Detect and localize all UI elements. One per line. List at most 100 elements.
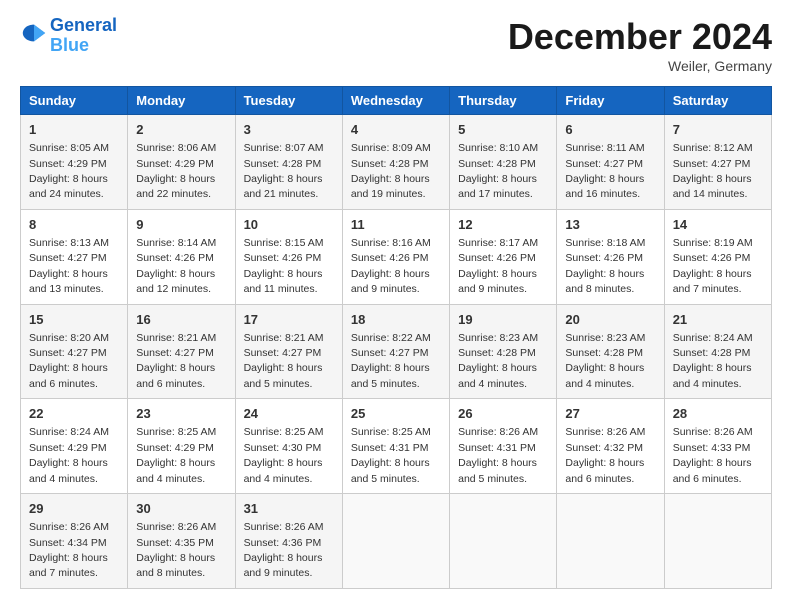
day-info: Sunrise: 8:12 AM Sunset: 4:27 PM Dayligh… xyxy=(673,142,753,200)
calendar-day-cell: 31 Sunrise: 8:26 AM Sunset: 4:36 PM Dayl… xyxy=(235,494,342,589)
day-info: Sunrise: 8:20 AM Sunset: 4:27 PM Dayligh… xyxy=(29,332,109,390)
calendar-day-cell: 6 Sunrise: 8:11 AM Sunset: 4:27 PM Dayli… xyxy=(557,115,664,210)
weekday-header-cell: Sunday xyxy=(21,87,128,115)
day-number: 9 xyxy=(136,216,226,234)
day-number: 3 xyxy=(244,121,334,139)
day-number: 30 xyxy=(136,500,226,518)
page-header: General Blue December 2024 Weiler, Germa… xyxy=(20,16,772,74)
day-info: Sunrise: 8:21 AM Sunset: 4:27 PM Dayligh… xyxy=(244,332,324,390)
calendar-day-cell: 19 Sunrise: 8:23 AM Sunset: 4:28 PM Dayl… xyxy=(450,304,557,399)
weekday-header-cell: Thursday xyxy=(450,87,557,115)
day-number: 19 xyxy=(458,311,548,329)
weekday-header-cell: Tuesday xyxy=(235,87,342,115)
day-info: Sunrise: 8:15 AM Sunset: 4:26 PM Dayligh… xyxy=(244,237,324,295)
day-number: 20 xyxy=(565,311,655,329)
calendar-body: 1 Sunrise: 8:05 AM Sunset: 4:29 PM Dayli… xyxy=(21,115,772,589)
calendar-day-cell: 26 Sunrise: 8:26 AM Sunset: 4:31 PM Dayl… xyxy=(450,399,557,494)
day-info: Sunrise: 8:26 AM Sunset: 4:33 PM Dayligh… xyxy=(673,426,753,484)
calendar-day-cell: 23 Sunrise: 8:25 AM Sunset: 4:29 PM Dayl… xyxy=(128,399,235,494)
day-number: 17 xyxy=(244,311,334,329)
day-info: Sunrise: 8:24 AM Sunset: 4:29 PM Dayligh… xyxy=(29,426,109,484)
day-info: Sunrise: 8:26 AM Sunset: 4:32 PM Dayligh… xyxy=(565,426,645,484)
day-info: Sunrise: 8:24 AM Sunset: 4:28 PM Dayligh… xyxy=(673,332,753,390)
calendar-day-cell: 24 Sunrise: 8:25 AM Sunset: 4:30 PM Dayl… xyxy=(235,399,342,494)
day-number: 24 xyxy=(244,405,334,423)
calendar-week-row: 22 Sunrise: 8:24 AM Sunset: 4:29 PM Dayl… xyxy=(21,399,772,494)
day-number: 29 xyxy=(29,500,119,518)
weekday-header-cell: Friday xyxy=(557,87,664,115)
calendar-day-cell: 10 Sunrise: 8:15 AM Sunset: 4:26 PM Dayl… xyxy=(235,209,342,304)
calendar-day-cell: 30 Sunrise: 8:26 AM Sunset: 4:35 PM Dayl… xyxy=(128,494,235,589)
calendar-day-cell: 3 Sunrise: 8:07 AM Sunset: 4:28 PM Dayli… xyxy=(235,115,342,210)
weekday-header-cell: Wednesday xyxy=(342,87,449,115)
calendar-week-row: 29 Sunrise: 8:26 AM Sunset: 4:34 PM Dayl… xyxy=(21,494,772,589)
day-number: 11 xyxy=(351,216,441,234)
calendar-day-cell: 17 Sunrise: 8:21 AM Sunset: 4:27 PM Dayl… xyxy=(235,304,342,399)
weekday-header-row: SundayMondayTuesdayWednesdayThursdayFrid… xyxy=(21,87,772,115)
calendar-day-cell: 4 Sunrise: 8:09 AM Sunset: 4:28 PM Dayli… xyxy=(342,115,449,210)
calendar-day-cell: 21 Sunrise: 8:24 AM Sunset: 4:28 PM Dayl… xyxy=(664,304,771,399)
day-number: 21 xyxy=(673,311,763,329)
day-number: 10 xyxy=(244,216,334,234)
day-number: 5 xyxy=(458,121,548,139)
calendar-day-cell: 13 Sunrise: 8:18 AM Sunset: 4:26 PM Dayl… xyxy=(557,209,664,304)
calendar-day-cell: 2 Sunrise: 8:06 AM Sunset: 4:29 PM Dayli… xyxy=(128,115,235,210)
day-info: Sunrise: 8:13 AM Sunset: 4:27 PM Dayligh… xyxy=(29,237,109,295)
day-number: 13 xyxy=(565,216,655,234)
day-info: Sunrise: 8:18 AM Sunset: 4:26 PM Dayligh… xyxy=(565,237,645,295)
day-info: Sunrise: 8:05 AM Sunset: 4:29 PM Dayligh… xyxy=(29,142,109,200)
location-subtitle: Weiler, Germany xyxy=(508,58,772,74)
day-number: 14 xyxy=(673,216,763,234)
day-info: Sunrise: 8:26 AM Sunset: 4:31 PM Dayligh… xyxy=(458,426,538,484)
day-number: 18 xyxy=(351,311,441,329)
day-info: Sunrise: 8:26 AM Sunset: 4:34 PM Dayligh… xyxy=(29,521,109,579)
day-number: 4 xyxy=(351,121,441,139)
day-number: 12 xyxy=(458,216,548,234)
calendar-day-cell: 8 Sunrise: 8:13 AM Sunset: 4:27 PM Dayli… xyxy=(21,209,128,304)
day-info: Sunrise: 8:06 AM Sunset: 4:29 PM Dayligh… xyxy=(136,142,216,200)
calendar-day-cell: 28 Sunrise: 8:26 AM Sunset: 4:33 PM Dayl… xyxy=(664,399,771,494)
calendar-day-cell: 12 Sunrise: 8:17 AM Sunset: 4:26 PM Dayl… xyxy=(450,209,557,304)
day-info: Sunrise: 8:17 AM Sunset: 4:26 PM Dayligh… xyxy=(458,237,538,295)
day-number: 22 xyxy=(29,405,119,423)
logo-line2: Blue xyxy=(50,36,117,56)
day-number: 26 xyxy=(458,405,548,423)
day-number: 23 xyxy=(136,405,226,423)
calendar-day-cell: 27 Sunrise: 8:26 AM Sunset: 4:32 PM Dayl… xyxy=(557,399,664,494)
day-number: 2 xyxy=(136,121,226,139)
logo: General Blue xyxy=(20,16,117,56)
calendar-week-row: 15 Sunrise: 8:20 AM Sunset: 4:27 PM Dayl… xyxy=(21,304,772,399)
calendar-day-cell xyxy=(557,494,664,589)
day-info: Sunrise: 8:16 AM Sunset: 4:26 PM Dayligh… xyxy=(351,237,431,295)
day-number: 31 xyxy=(244,500,334,518)
calendar-day-cell: 14 Sunrise: 8:19 AM Sunset: 4:26 PM Dayl… xyxy=(664,209,771,304)
calendar-day-cell: 5 Sunrise: 8:10 AM Sunset: 4:28 PM Dayli… xyxy=(450,115,557,210)
day-number: 7 xyxy=(673,121,763,139)
calendar-day-cell: 7 Sunrise: 8:12 AM Sunset: 4:27 PM Dayli… xyxy=(664,115,771,210)
calendar-day-cell: 1 Sunrise: 8:05 AM Sunset: 4:29 PM Dayli… xyxy=(21,115,128,210)
calendar-day-cell: 22 Sunrise: 8:24 AM Sunset: 4:29 PM Dayl… xyxy=(21,399,128,494)
calendar-day-cell xyxy=(450,494,557,589)
weekday-header-cell: Saturday xyxy=(664,87,771,115)
day-number: 15 xyxy=(29,311,119,329)
day-number: 25 xyxy=(351,405,441,423)
calendar-day-cell: 16 Sunrise: 8:21 AM Sunset: 4:27 PM Dayl… xyxy=(128,304,235,399)
calendar-day-cell: 25 Sunrise: 8:25 AM Sunset: 4:31 PM Dayl… xyxy=(342,399,449,494)
calendar-table: SundayMondayTuesdayWednesdayThursdayFrid… xyxy=(20,86,772,589)
day-number: 6 xyxy=(565,121,655,139)
day-number: 27 xyxy=(565,405,655,423)
calendar-day-cell: 20 Sunrise: 8:23 AM Sunset: 4:28 PM Dayl… xyxy=(557,304,664,399)
day-number: 16 xyxy=(136,311,226,329)
day-info: Sunrise: 8:11 AM Sunset: 4:27 PM Dayligh… xyxy=(565,142,644,200)
calendar-week-row: 8 Sunrise: 8:13 AM Sunset: 4:27 PM Dayli… xyxy=(21,209,772,304)
day-info: Sunrise: 8:22 AM Sunset: 4:27 PM Dayligh… xyxy=(351,332,431,390)
logo-line1: General xyxy=(50,16,117,36)
title-block: December 2024 Weiler, Germany xyxy=(508,16,772,74)
day-info: Sunrise: 8:21 AM Sunset: 4:27 PM Dayligh… xyxy=(136,332,216,390)
day-info: Sunrise: 8:10 AM Sunset: 4:28 PM Dayligh… xyxy=(458,142,538,200)
month-year-title: December 2024 xyxy=(508,16,772,58)
day-info: Sunrise: 8:25 AM Sunset: 4:29 PM Dayligh… xyxy=(136,426,216,484)
calendar-day-cell xyxy=(664,494,771,589)
day-number: 8 xyxy=(29,216,119,234)
day-number: 1 xyxy=(29,121,119,139)
